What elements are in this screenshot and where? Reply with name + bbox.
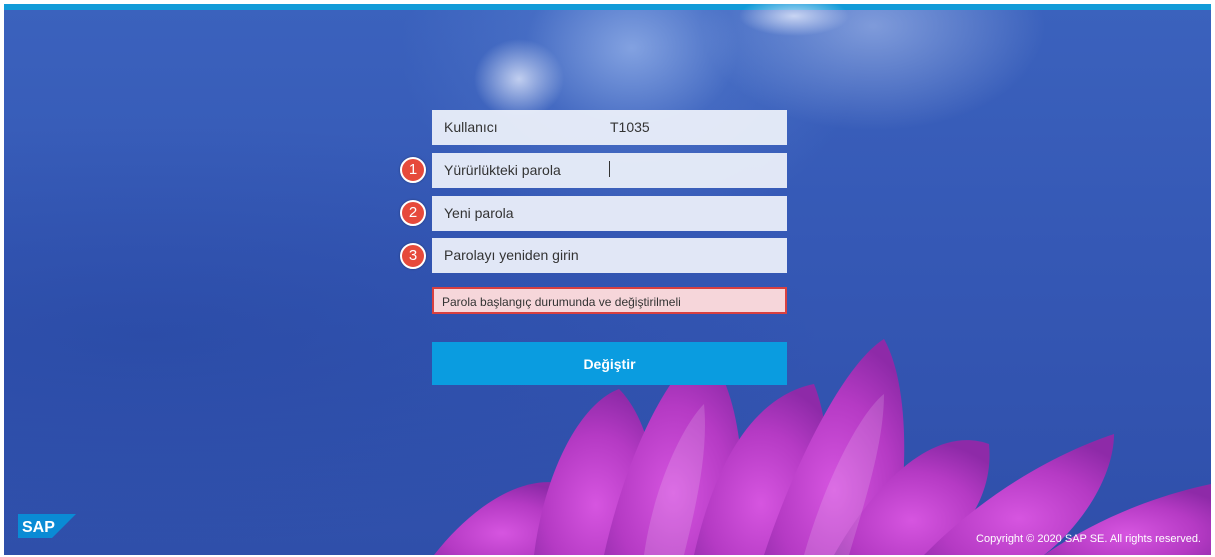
annotation-badge-2: 2 (400, 200, 426, 226)
current-password-label: Yürürlükteki parola (444, 162, 561, 178)
text-cursor (609, 161, 610, 177)
annotation-badge-1: 1 (400, 157, 426, 183)
username-value: T1035 (610, 119, 650, 135)
login-page: Kullanıcı T1035 1 Yürürlükteki parola 2 … (4, 4, 1211, 555)
svg-text:SAP: SAP (22, 519, 55, 536)
flower-background-image (434, 4, 1211, 555)
change-password-button[interactable]: Değiştir (432, 342, 787, 385)
username-label: Kullanıcı (444, 119, 498, 135)
new-password-field[interactable]: Yeni parola (432, 196, 787, 231)
new-password-label: Yeni parola (444, 205, 514, 221)
username-row: Kullanıcı T1035 (432, 110, 787, 145)
annotation-badge-3: 3 (400, 243, 426, 269)
repeat-password-field[interactable]: Parolayı yeniden girin (432, 238, 787, 273)
sap-logo-icon: SAP (18, 514, 76, 538)
error-message: Parola başlangıç durumunda ve değiştiril… (432, 287, 787, 314)
current-password-field[interactable]: Yürürlükteki parola (432, 153, 787, 188)
repeat-password-label: Parolayı yeniden girin (444, 247, 579, 263)
copyright-text: Copyright © 2020 SAP SE. All rights rese… (976, 533, 1201, 545)
